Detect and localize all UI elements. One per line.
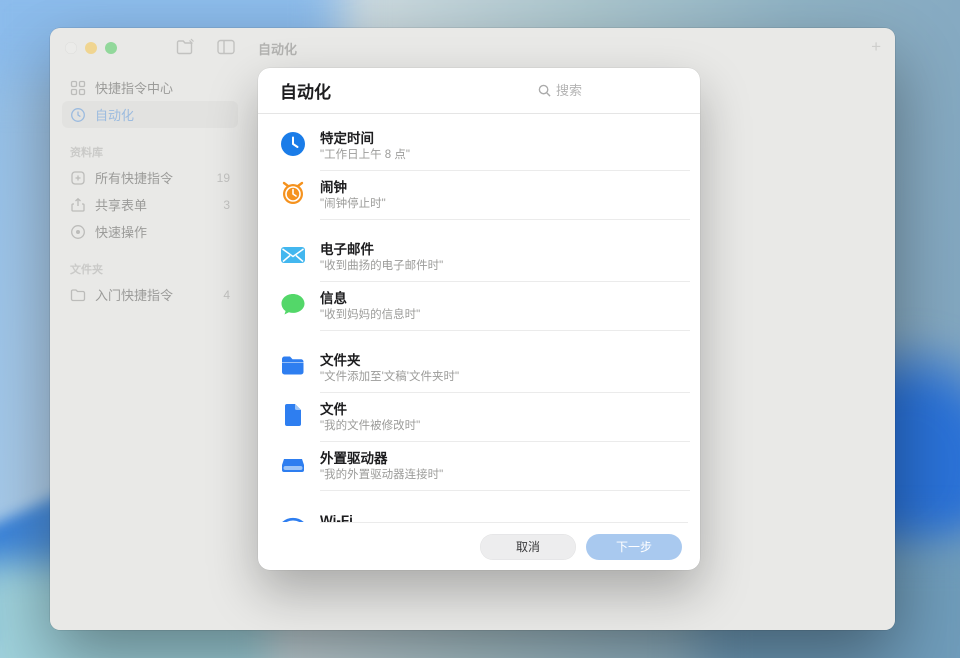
dialog-title: 自动化 [280, 83, 331, 102]
wifi-icon [280, 513, 306, 522]
item-subtitle: "收到曲扬的电子邮件时" [320, 260, 444, 272]
item-subtitle: "工作日上午 8 点" [320, 149, 410, 161]
file-icon [280, 402, 306, 428]
item-subtitle: "文件添加至'文稿'文件夹时" [320, 371, 460, 383]
item-title: 特定时间 [320, 131, 374, 146]
list-item-external-drive[interactable]: 外置驱动器 "我的外置驱动器连接时" [280, 442, 690, 491]
folder-icon [280, 353, 306, 379]
search-input[interactable] [556, 83, 678, 98]
drive-icon [280, 451, 306, 477]
item-title: 文件 [320, 402, 347, 417]
item-title: 闹钟 [320, 180, 347, 195]
list-item-folder[interactable]: 文件夹 "文件添加至'文稿'文件夹时" [280, 344, 690, 393]
clock-icon [280, 131, 306, 157]
list-item-time-of-day[interactable]: 特定时间 "工作日上午 8 点" [280, 122, 690, 171]
item-subtitle: "我的外置驱动器连接时" [320, 469, 444, 481]
list-item-file[interactable]: 文件 "我的文件被修改时" [280, 393, 690, 442]
item-subtitle: "闹钟停止时" [320, 198, 386, 210]
message-icon [280, 291, 306, 317]
shortcuts-app-window: 自动化 + 快捷指令中心 自动化 资料库 [50, 28, 895, 630]
dialog-header: 自动化 [258, 68, 700, 114]
list-item-message[interactable]: 信息 "收到妈妈的信息时" [280, 282, 690, 331]
search-field[interactable] [538, 83, 678, 98]
next-button[interactable]: 下一步 [586, 533, 682, 560]
item-title: 外置驱动器 [320, 451, 388, 466]
list-item-alarm[interactable]: 闹钟 "闹钟停止时" [280, 171, 690, 220]
search-icon [538, 84, 551, 97]
mail-icon [280, 242, 306, 268]
item-subtitle: "收到妈妈的信息时" [320, 309, 421, 321]
alarm-icon [280, 180, 306, 206]
automation-dialog: 自动化 特定时间 "工作日上午 8 点" [258, 68, 700, 570]
item-title: 电子邮件 [320, 242, 374, 257]
automation-list: 特定时间 "工作日上午 8 点" 闹钟 "闹钟停止时" 电子邮件 "收到曲扬的电… [258, 114, 700, 522]
item-title: 信息 [320, 291, 347, 306]
list-item-email[interactable]: 电子邮件 "收到曲扬的电子邮件时" [280, 233, 690, 282]
item-title: 文件夹 [320, 353, 361, 368]
item-title: Wi-Fi [320, 513, 353, 522]
cancel-button[interactable]: 取消 [480, 533, 576, 560]
list-item-wifi[interactable]: Wi-Fi [280, 504, 678, 522]
item-subtitle: "我的文件被修改时" [320, 420, 421, 432]
dialog-footer: 取消 下一步 [258, 523, 700, 570]
